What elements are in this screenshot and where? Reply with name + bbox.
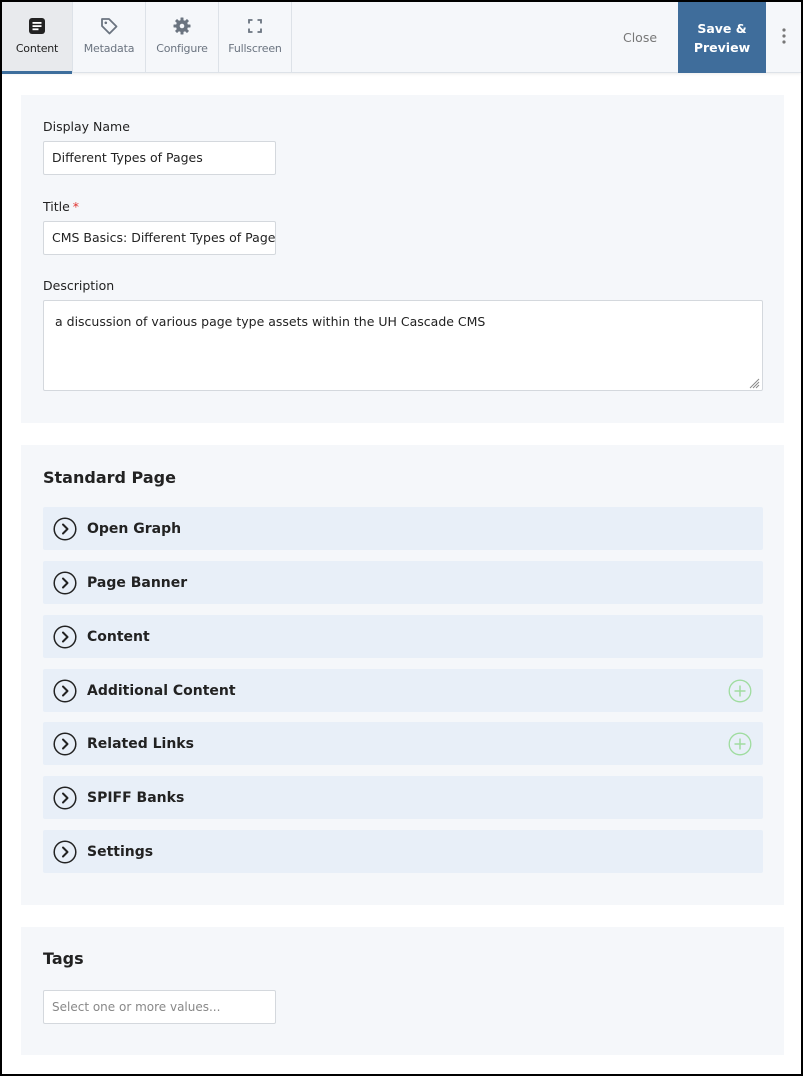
description-textarea[interactable]: a discussion of various page type assets… — [43, 300, 763, 391]
save-preview-button[interactable]: Save & Preview — [678, 2, 766, 73]
add-circle-icon[interactable] — [728, 679, 752, 703]
accordion-label: Content — [87, 628, 150, 645]
tags-panel: Tags Select one or more values... — [21, 927, 784, 1055]
tags-title: Tags — [43, 949, 84, 968]
accordion-additional-content[interactable]: Additional Content — [43, 669, 763, 712]
accordion-spiff-banks[interactable]: SPIFF Banks — [43, 776, 763, 819]
basic-info-panel: Display Name Different Types of Pages Ti… — [21, 95, 784, 423]
accordion-settings[interactable]: Settings — [43, 830, 763, 873]
title-input[interactable]: CMS Basics: Different Types of Pages — [43, 221, 276, 255]
tab-configure[interactable]: Configure — [146, 2, 219, 73]
tab-label: Configure — [156, 42, 208, 55]
document-icon — [28, 17, 46, 35]
chevron-right-circle-icon — [53, 731, 77, 756]
tab-label: Content — [15, 42, 59, 55]
chevron-right-circle-icon — [53, 570, 77, 595]
tab-label: Fullscreen — [228, 42, 282, 55]
accordion-label: Settings — [87, 843, 154, 860]
accordion-label: Open Graph — [87, 520, 182, 537]
title-label: Title * — [43, 199, 79, 214]
accordion-label: Related Links — [87, 735, 194, 752]
chevron-right-circle-icon — [53, 839, 77, 864]
tab-fullscreen[interactable]: Fullscreen — [219, 2, 292, 73]
fullscreen-icon — [246, 17, 264, 35]
tab-label: Metadata — [83, 42, 135, 55]
accordion-page-banner[interactable]: Page Banner — [43, 561, 763, 604]
chevron-right-circle-icon — [53, 785, 77, 810]
close-button[interactable]: Close — [602, 2, 678, 73]
tab-content[interactable]: Content — [2, 2, 73, 74]
accordion-content[interactable]: Content — [43, 615, 763, 658]
description-label: Description — [43, 278, 115, 293]
accordion-label: Page Banner — [87, 574, 188, 591]
description-text: a discussion of various page type assets… — [55, 314, 486, 329]
accordion-label: Additional Content — [87, 682, 236, 699]
accordion-related-links[interactable]: Related Links — [43, 722, 763, 765]
chevron-right-circle-icon — [53, 678, 77, 703]
accordion-label: SPIFF Banks — [87, 789, 185, 806]
standard-page-title: Standard Page — [43, 468, 176, 487]
tags-select-input[interactable]: Select one or more values... — [43, 990, 276, 1024]
display-name-input[interactable]: Different Types of Pages — [43, 141, 276, 175]
gear-icon — [173, 17, 191, 35]
resize-handle-icon[interactable] — [749, 377, 760, 389]
accordion-open-graph[interactable]: Open Graph — [43, 507, 763, 550]
display-name-label: Display Name — [43, 119, 130, 134]
vertical-ellipsis-icon — [781, 27, 786, 48]
title-label-text: Title — [43, 199, 70, 214]
chevron-right-circle-icon — [53, 516, 77, 541]
more-options-button[interactable] — [766, 2, 801, 73]
editor-toolbar: Content Metadata Configure Fullscreen Cl… — [2, 2, 801, 74]
tag-icon — [100, 17, 118, 35]
save-label-line1: Save & — [697, 20, 747, 36]
tab-metadata[interactable]: Metadata — [73, 2, 146, 73]
save-label-line2: Preview — [693, 39, 751, 55]
standard-page-panel: Standard Page Open Graph Page Banner Con… — [21, 445, 784, 905]
chevron-right-circle-icon — [53, 624, 77, 649]
add-circle-icon[interactable] — [728, 732, 752, 756]
content-editor: Content Metadata Configure Fullscreen Cl… — [2, 2, 801, 1074]
required-marker: * — [72, 199, 80, 214]
